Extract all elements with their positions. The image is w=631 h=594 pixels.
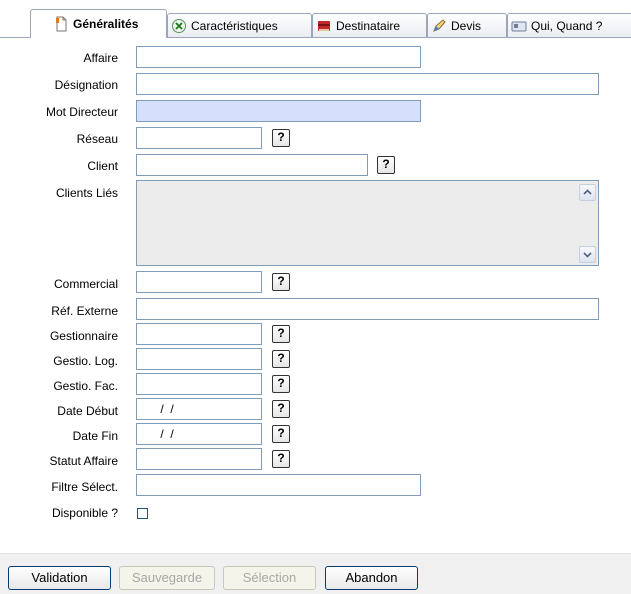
gestio-fac-field[interactable] <box>136 373 262 395</box>
affaire-label: Affaire <box>83 51 118 65</box>
tab-label: Généralités <box>73 17 139 31</box>
reseau-label: Réseau <box>76 132 118 146</box>
clients-lies-list[interactable] <box>136 180 599 266</box>
reseau-lookup-button[interactable]: ? <box>272 129 290 147</box>
clients-lies-label: Clients Liés <box>55 186 118 200</box>
mot-directeur-field[interactable] <box>136 100 421 122</box>
date-debut-field[interactable] <box>136 398 262 420</box>
statut-affaire-label: Statut Affaire <box>49 454 119 468</box>
tab-label: Caractéristiques <box>191 18 278 33</box>
scroll-up-button[interactable] <box>579 184 596 201</box>
scroll-down-button[interactable] <box>579 246 596 263</box>
disponible-checkbox[interactable] <box>137 508 148 519</box>
filtre-select-field[interactable] <box>136 474 421 496</box>
client-lookup-button[interactable]: ? <box>377 156 395 174</box>
gestio-fac-lookup-button[interactable]: ? <box>272 375 290 393</box>
gestio-log-label: Gestio. Log. <box>53 354 118 368</box>
gestionnaire-label: Gestionnaire <box>49 329 118 343</box>
reseau-field[interactable] <box>136 127 262 149</box>
selection-button[interactable]: Sélection <box>223 566 316 590</box>
chevron-up-icon <box>583 189 592 195</box>
date-fin-label: Date Fin <box>72 429 118 443</box>
commercial-lookup-button[interactable]: ? <box>272 273 290 291</box>
tab-caracteristiques[interactable]: Caractéristiques <box>167 13 312 37</box>
chevron-down-icon <box>583 252 592 258</box>
gestio-log-lookup-button[interactable]: ? <box>272 350 290 368</box>
tab-bar: Généralités Caractéristiques Destinatair… <box>0 0 631 38</box>
tab-destinataire[interactable]: Destinataire <box>312 13 427 37</box>
commercial-field[interactable] <box>136 271 262 293</box>
abandon-button[interactable]: Abandon <box>325 566 418 590</box>
date-fin-field[interactable] <box>136 423 262 445</box>
validation-button[interactable]: Validation <box>8 566 111 590</box>
tab-devis[interactable]: Devis <box>427 13 507 37</box>
ref-externe-field[interactable] <box>136 298 599 320</box>
document-icon <box>53 16 69 32</box>
ref-externe-label: Réf. Externe <box>51 304 118 318</box>
designation-label: Désignation <box>54 78 118 92</box>
date-debut-lookup-button[interactable]: ? <box>272 400 290 418</box>
filtre-select-label: Filtre Sélect. <box>51 480 118 494</box>
statut-affaire-field[interactable] <box>136 448 262 470</box>
pen-icon <box>431 18 447 34</box>
gestio-fac-label: Gestio. Fac. <box>53 379 118 393</box>
disponible-label: Disponible ? <box>51 506 118 520</box>
date-fin-lookup-button[interactable]: ? <box>272 425 290 443</box>
card-icon <box>511 18 527 34</box>
books-icon <box>316 18 332 34</box>
date-debut-label: Date Début <box>57 404 118 418</box>
statut-affaire-lookup-button[interactable]: ? <box>272 450 290 468</box>
tab-label: Qui, Quand ? <box>531 18 603 33</box>
excel-icon <box>171 18 187 34</box>
client-field[interactable] <box>136 154 368 176</box>
designation-field[interactable] <box>136 73 599 95</box>
sauvegarde-button[interactable]: Sauvegarde <box>119 566 215 590</box>
client-label: Client <box>87 159 118 173</box>
tab-label: Devis <box>451 18 482 33</box>
gestionnaire-field[interactable] <box>136 323 262 345</box>
tab-generalites[interactable]: Généralités <box>30 9 167 38</box>
tab-label: Destinataire <box>336 18 401 33</box>
gestionnaire-lookup-button[interactable]: ? <box>272 325 290 343</box>
commercial-label: Commercial <box>53 277 118 291</box>
tab-qui-quand[interactable]: Qui, Quand ? <box>507 13 631 37</box>
affaire-field[interactable] <box>136 46 421 68</box>
mot-directeur-label: Mot Directeur <box>45 105 118 119</box>
gestio-log-field[interactable] <box>136 348 262 370</box>
